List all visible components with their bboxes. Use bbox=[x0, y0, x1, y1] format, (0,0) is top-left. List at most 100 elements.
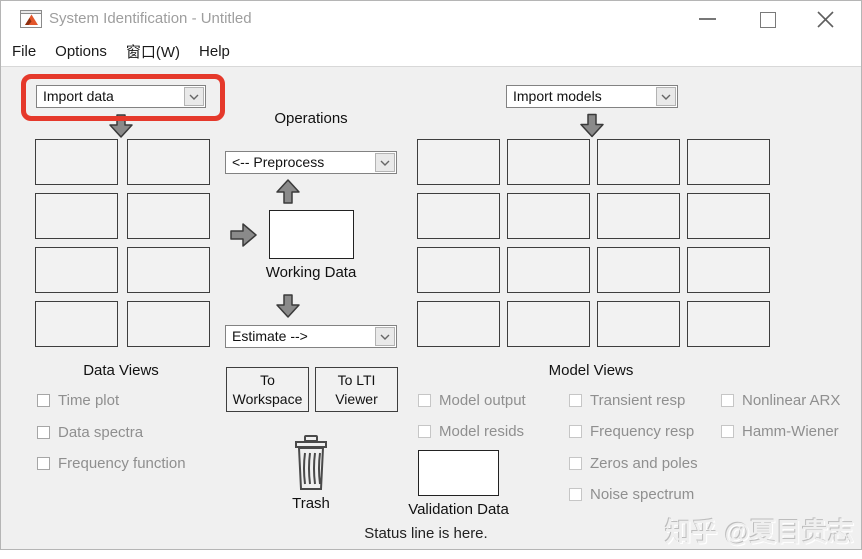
import-models-dropdown[interactable]: Import models bbox=[506, 85, 678, 108]
model-board-cell[interactable] bbox=[597, 139, 680, 185]
checkbox-box[interactable] bbox=[418, 425, 431, 438]
checkbox-box[interactable] bbox=[721, 394, 734, 407]
data-board-cell[interactable] bbox=[35, 139, 118, 185]
window-title: System Identification - Untitled bbox=[49, 10, 252, 27]
chevron-down-icon[interactable] bbox=[656, 87, 676, 106]
close-icon[interactable] bbox=[816, 10, 835, 29]
preprocess-dropdown-value: <-- Preprocess bbox=[232, 154, 325, 170]
data-board-cell[interactable] bbox=[35, 301, 118, 347]
checkbox-frequency-function[interactable]: Frequency function bbox=[37, 455, 186, 472]
estimate-dropdown[interactable]: Estimate --> bbox=[225, 325, 397, 348]
data-board bbox=[35, 139, 210, 347]
model-board-cell[interactable] bbox=[417, 139, 500, 185]
model-board-cell[interactable] bbox=[507, 247, 590, 293]
model-board-cell[interactable] bbox=[417, 247, 500, 293]
operations-label: Operations bbox=[274, 110, 348, 127]
import-data-dropdown-value: Import data bbox=[43, 88, 114, 104]
flow-arrow-up-preprocess bbox=[276, 179, 300, 204]
import-data-dropdown[interactable]: Import data bbox=[36, 85, 206, 108]
model-board-cell[interactable] bbox=[597, 193, 680, 239]
checkbox-label: Model resids bbox=[439, 423, 525, 440]
model-board-cell[interactable] bbox=[597, 247, 680, 293]
checkbox-box[interactable] bbox=[37, 394, 50, 407]
trash-label: Trash bbox=[292, 495, 330, 512]
menubar: File Options 窗口(W) Help bbox=[1, 37, 861, 67]
screenshot-root: System Identification - Untitled File Op… bbox=[0, 0, 862, 559]
checkbox-noise-spectrum[interactable]: Noise spectrum bbox=[569, 486, 694, 503]
titlebar: System Identification - Untitled bbox=[1, 1, 861, 37]
data-board-cell[interactable] bbox=[35, 193, 118, 239]
data-board-cell[interactable] bbox=[127, 139, 210, 185]
menu-file[interactable]: File bbox=[11, 41, 37, 62]
checkbox-label: Frequency resp bbox=[590, 423, 695, 440]
checkbox-box[interactable] bbox=[569, 488, 582, 501]
checkbox-model-output[interactable]: Model output bbox=[418, 392, 526, 409]
checkbox-box[interactable] bbox=[569, 394, 582, 407]
checkbox-transient-resp[interactable]: Transient resp bbox=[569, 392, 685, 409]
checkbox-nonlinear-arx[interactable]: Nonlinear ARX bbox=[721, 392, 840, 409]
model-board-cell[interactable] bbox=[417, 301, 500, 347]
checkbox-label: Transient resp bbox=[590, 392, 686, 409]
data-board-cell[interactable] bbox=[127, 193, 210, 239]
checkbox-label: Frequency function bbox=[58, 455, 186, 472]
checkbox-hamm-wiener[interactable]: Hamm-Wiener bbox=[721, 423, 839, 440]
to-workspace-button[interactable]: To Workspace bbox=[226, 367, 309, 412]
model-board-cell[interactable] bbox=[507, 301, 590, 347]
system-identification-window: System Identification - Untitled File Op… bbox=[0, 0, 862, 550]
status-line: Status line is here. bbox=[364, 525, 488, 542]
model-board-cell[interactable] bbox=[507, 139, 590, 185]
checkbox-label: Model output bbox=[439, 392, 526, 409]
checkbox-box[interactable] bbox=[37, 457, 50, 470]
menu-options[interactable]: Options bbox=[54, 41, 108, 62]
model-board-cell[interactable] bbox=[687, 139, 770, 185]
data-board-cell[interactable] bbox=[35, 247, 118, 293]
checkbox-zeros-and-poles[interactable]: Zeros and poles bbox=[569, 455, 698, 472]
data-views-label: Data Views bbox=[83, 362, 159, 379]
flow-arrow-right-working-data bbox=[230, 223, 257, 247]
checkbox-model-resids[interactable]: Model resids bbox=[418, 423, 524, 440]
chevron-down-icon[interactable] bbox=[375, 327, 395, 346]
data-board-cell[interactable] bbox=[127, 247, 210, 293]
data-board-cell[interactable] bbox=[127, 301, 210, 347]
to-lti-viewer-button[interactable]: To LTI Viewer bbox=[315, 367, 398, 412]
model-views-label: Model Views bbox=[548, 362, 634, 379]
menu-help[interactable]: Help bbox=[198, 41, 231, 62]
model-board-cell[interactable] bbox=[507, 193, 590, 239]
validation-data-label: Validation Data bbox=[408, 501, 509, 518]
checkbox-box[interactable] bbox=[37, 426, 50, 439]
validation-data-box[interactable] bbox=[418, 450, 499, 496]
model-board-cell[interactable] bbox=[417, 193, 500, 239]
checkbox-box[interactable] bbox=[721, 425, 734, 438]
checkbox-time-plot[interactable]: Time plot bbox=[37, 392, 119, 409]
working-data-label: Working Data bbox=[265, 264, 357, 281]
checkbox-label: Hamm-Wiener bbox=[742, 423, 839, 440]
flow-arrow-down-estimate bbox=[276, 294, 300, 318]
maximize-icon[interactable] bbox=[760, 12, 776, 28]
checkbox-label: Time plot bbox=[58, 392, 120, 409]
model-board-cell[interactable] bbox=[687, 247, 770, 293]
flow-arrow-down-import-models bbox=[580, 113, 604, 138]
chevron-down-icon[interactable] bbox=[184, 87, 204, 106]
checkbox-box[interactable] bbox=[418, 394, 431, 407]
flow-arrow-down-import-data bbox=[109, 114, 133, 138]
model-board-cell[interactable] bbox=[687, 193, 770, 239]
checkbox-label: Zeros and poles bbox=[590, 455, 698, 472]
estimate-dropdown-value: Estimate --> bbox=[232, 328, 308, 344]
trash-icon[interactable] bbox=[289, 435, 333, 492]
model-board-cell[interactable] bbox=[597, 301, 680, 347]
checkbox-box[interactable] bbox=[569, 425, 582, 438]
working-data-box[interactable] bbox=[269, 210, 354, 259]
checkbox-label: Data spectra bbox=[58, 424, 144, 441]
matlab-app-icon bbox=[20, 10, 42, 28]
minimize-icon[interactable] bbox=[699, 18, 716, 22]
model-board-cell[interactable] bbox=[687, 301, 770, 347]
menu-window[interactable]: 窗口(W) bbox=[125, 39, 181, 64]
watermark: 知乎 @夏目贵志 bbox=[665, 517, 854, 547]
checkbox-data-spectra[interactable]: Data spectra bbox=[37, 424, 143, 441]
checkbox-label: Nonlinear ARX bbox=[742, 392, 841, 409]
checkbox-box[interactable] bbox=[569, 457, 582, 470]
checkbox-frequency-resp[interactable]: Frequency resp bbox=[569, 423, 694, 440]
checkbox-label: Noise spectrum bbox=[590, 486, 695, 503]
preprocess-dropdown[interactable]: <-- Preprocess bbox=[225, 151, 397, 174]
chevron-down-icon[interactable] bbox=[375, 153, 395, 172]
